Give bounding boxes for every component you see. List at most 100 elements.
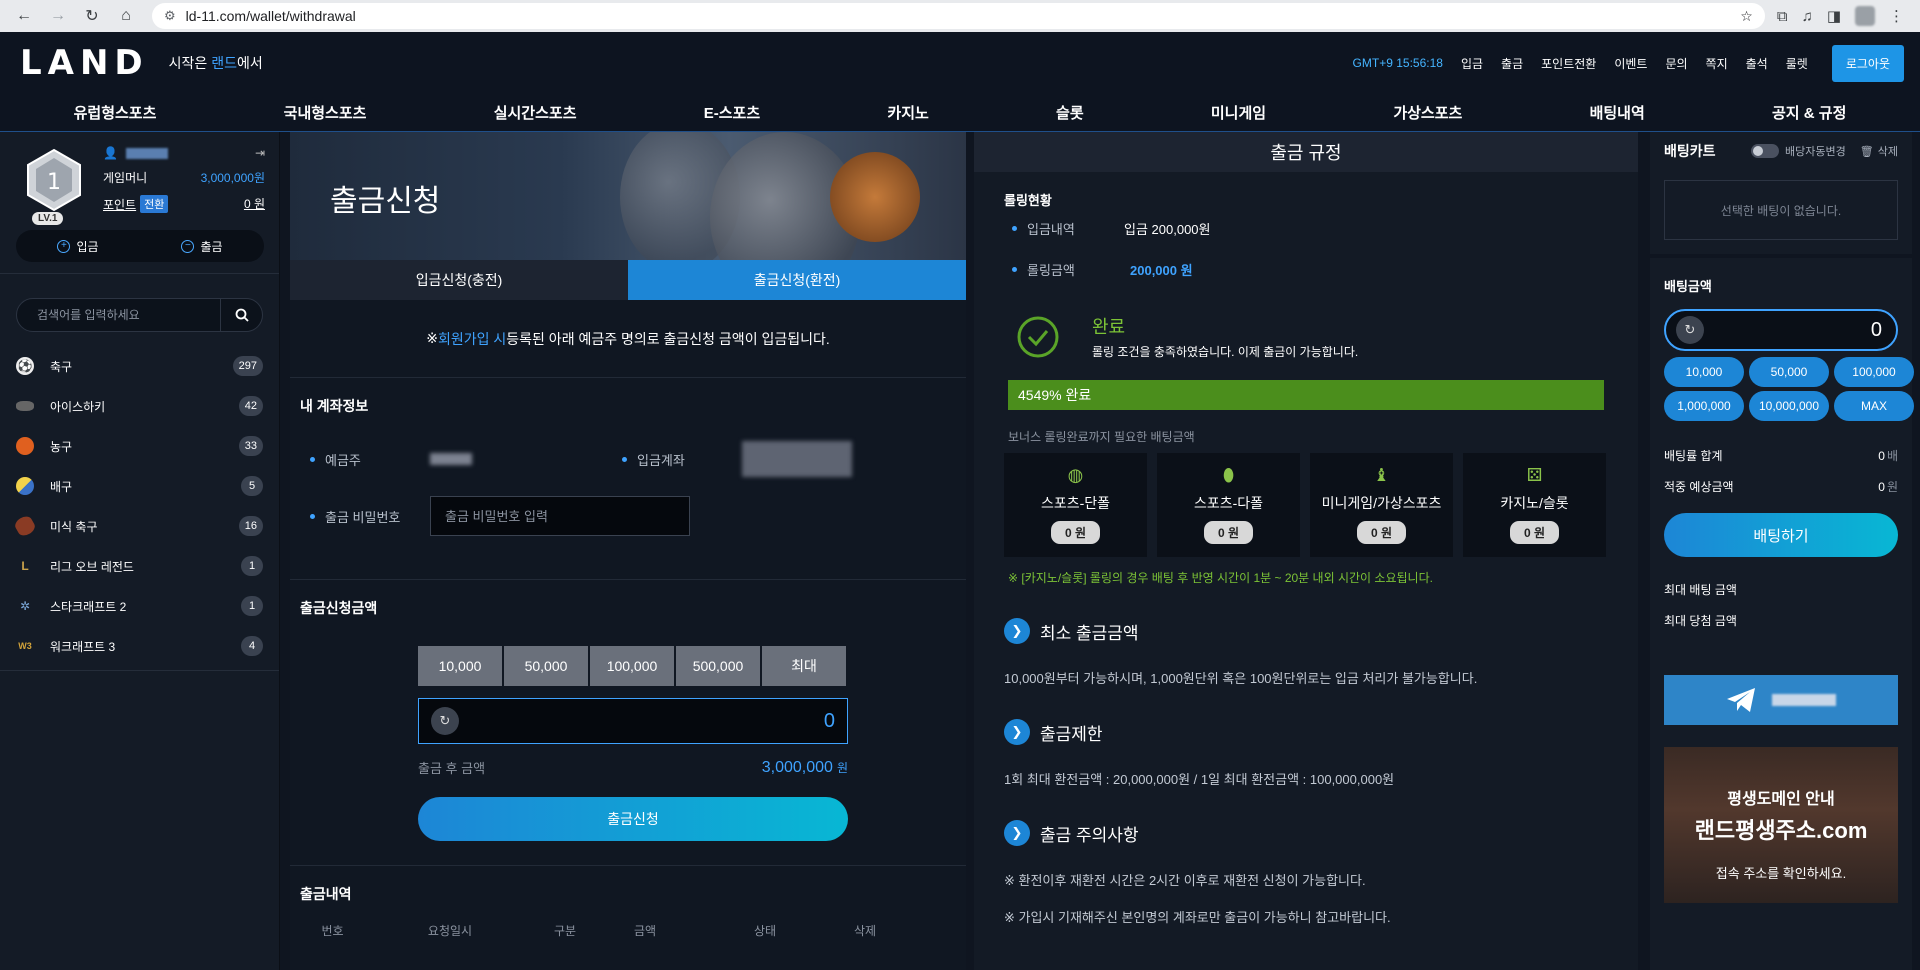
search-input[interactable] (17, 308, 220, 322)
rolling-title: 롤링현황 (1004, 193, 1052, 208)
place-bet-button[interactable]: 배팅하기 (1664, 513, 1898, 557)
header-link-message[interactable]: 쪽지 (1706, 55, 1728, 72)
auto-odds-toggle[interactable]: 배당자동변경 (1751, 143, 1846, 159)
category-sports-single: ◍ 스포츠-단폴 0 원 (1004, 453, 1147, 557)
rolling-complete: 완료 롤링 조건을 충족하였습니다. 이제 출금이 가능합니다. (1016, 313, 1608, 360)
tab-withdraw[interactable]: 출금신청(환전) (628, 260, 966, 300)
forward-icon[interactable]: → (44, 2, 72, 30)
header-link-roulette[interactable]: 룰렛 (1786, 55, 1808, 72)
address-bar[interactable]: ⚙ ld-11.com/wallet/withdrawal ☆ (152, 3, 1765, 29)
amount-50000-button[interactable]: 50,000 (504, 646, 588, 686)
max-bet-label: 최대 배팅 금액 (1664, 583, 1737, 597)
withdraw-amount-field[interactable]: ↻ 0 (418, 698, 848, 744)
hockey-puck-icon (16, 401, 34, 411)
header-link-point-convert[interactable]: 포인트전환 (1541, 55, 1596, 72)
plus-circle-icon: + (57, 239, 71, 253)
tab-deposit[interactable]: 입금신청(충전) (290, 260, 628, 300)
site-info-icon[interactable]: ⚙ (164, 8, 176, 24)
telegram-button[interactable] (1664, 675, 1898, 725)
home-icon[interactable]: ⌂ (112, 2, 140, 30)
sport-item-basketball[interactable]: 농구 33 (0, 426, 279, 466)
bet-10000-button[interactable]: 10,000 (1664, 357, 1744, 387)
soccer-ball-icon: ⚽ (16, 357, 34, 375)
profile-avatar[interactable] (1855, 6, 1875, 26)
profile-panel: 1 LV.1 👤 ⇥ 게임머니 3,000,000원 포인트 전환 0 원 + … (0, 132, 279, 274)
nav-live-sports[interactable]: 실시간스포츠 (470, 102, 601, 123)
header-link-inquiry[interactable]: 문의 (1665, 55, 1687, 72)
telegram-icon (1726, 687, 1756, 713)
amount-section: 출금신청금액 10,000 50,000 100,000 500,000 최대 … (290, 580, 966, 866)
sport-item-hockey[interactable]: 아이스하키 42 (0, 386, 279, 426)
reset-icon[interactable]: ↻ (431, 707, 459, 735)
quick-deposit-button[interactable]: + 입금 (57, 238, 99, 255)
point-convert-button[interactable]: 전환 (140, 195, 169, 213)
bet-10000000-button[interactable]: 10,000,000 (1749, 391, 1829, 421)
header-link-withdraw[interactable]: 출금 (1501, 55, 1523, 72)
withdraw-password-input[interactable] (430, 496, 690, 536)
media-icon[interactable]: ♫ (1802, 8, 1813, 25)
level-badge-icon: 1 (26, 148, 82, 212)
search-icon[interactable] (220, 299, 262, 331)
amount-10000-button[interactable]: 10,000 (418, 646, 502, 686)
nav-notice-rules[interactable]: 공지 & 규정 (1748, 102, 1870, 123)
extensions-icon[interactable]: ⧉ (1777, 8, 1788, 25)
football-icon: ⬮ (1222, 465, 1235, 485)
back-icon[interactable]: ← (10, 2, 38, 30)
left-sidebar: 1 LV.1 👤 ⇥ 게임머니 3,000,000원 포인트 전환 0 원 + … (0, 132, 280, 970)
basketball-icon (16, 437, 34, 455)
clear-betslip-button[interactable]: 🗑 삭제 (1860, 143, 1898, 159)
rolling-amount-label: 롤링금액 (1004, 260, 1124, 279)
amount-500000-button[interactable]: 500,000 (676, 646, 760, 686)
chevron-right-icon: ❯ (1004, 719, 1030, 745)
nav-euro-sports[interactable]: 유럽형스포츠 (50, 102, 181, 123)
user-icon: 👤 (103, 146, 118, 160)
bet-100000-button[interactable]: 100,000 (1834, 357, 1914, 387)
nav-domestic-sports[interactable]: 국내형스포츠 (260, 102, 391, 123)
reset-icon[interactable]: ↻ (1676, 316, 1704, 344)
nav-minigame[interactable]: 미니게임 (1187, 102, 1290, 123)
withdraw-panel: 출금신청 입금신청(충전) 출금신청(환전) ※ 회원가입 시 등록된 아래 예… (290, 132, 966, 970)
domain-banner[interactable]: 평생도메인 안내 랜드평생주소.com 접속 주소를 확인하세요. (1664, 747, 1898, 903)
sport-item-volleyball[interactable]: 배구 5 (0, 466, 279, 506)
nav-slot[interactable]: 슬롯 (1032, 102, 1108, 123)
header-link-attendance[interactable]: 출석 (1746, 55, 1768, 72)
sport-item-lol[interactable]: L 리그 오브 레전드 1 (0, 546, 279, 586)
betslip-title: 배팅카트 (1664, 143, 1716, 159)
deposit-history-label: 입금내역 (1004, 219, 1124, 238)
bet-50000-button[interactable]: 50,000 (1749, 357, 1829, 387)
amount-max-button[interactable]: 최대 (762, 646, 846, 686)
side-panel-icon[interactable]: ◨ (1827, 7, 1841, 25)
logout-button[interactable]: 로그아웃 (1831, 44, 1904, 82)
history-section: 출금내역 번호 요청일시 구분 금액 상태 삭제 (290, 866, 966, 957)
sport-item-soccer[interactable]: ⚽ 축구 297 (0, 346, 279, 386)
site-logo[interactable]: LAND (20, 43, 149, 83)
sport-item-starcraft[interactable]: ✲ 스타크래프트 21 (0, 586, 279, 626)
toggle-switch (1751, 144, 1780, 158)
logout-icon[interactable]: ⇥ (255, 146, 265, 160)
complete-desc: 롤링 조건을 충족하였습니다. 이제 출금이 가능합니다. (1092, 345, 1359, 359)
sport-item-american-football[interactable]: 미식 축구 16 (0, 506, 279, 546)
volleyball-icon (16, 477, 34, 495)
bookmark-star-icon[interactable]: ☆ (1740, 8, 1753, 25)
nav-esports[interactable]: E-스포츠 (680, 102, 784, 123)
nav-bet-history[interactable]: 배팅내역 (1566, 102, 1669, 123)
amount-title: 출금신청금액 (300, 600, 378, 616)
amount-100000-button[interactable]: 100,000 (590, 646, 674, 686)
sport-item-warcraft[interactable]: W3 워크래프트 34 (0, 626, 279, 666)
nav-casino[interactable]: 카지노 (863, 102, 952, 123)
bet-1000000-button[interactable]: 1,000,000 (1664, 391, 1744, 421)
sport-list: ⚽ 축구 297 아이스하키 42 농구 33 배구 5 미식 축구 16 L 리그 오브 레… (0, 346, 279, 671)
bet-slip: 배팅카트 배당자동변경 🗑 삭제 선택한 배팅이 없습니다. 배팅금액 ↻ 0 1… (1650, 132, 1914, 970)
bet-max-button[interactable]: MAX (1834, 391, 1914, 421)
header-link-deposit[interactable]: 입금 (1461, 55, 1483, 72)
menu-icon[interactable]: ⋮ (1889, 7, 1904, 25)
domain-name: 랜드평생주소.com (1694, 818, 1868, 843)
telegram-id-redacted (1772, 694, 1836, 706)
header-link-event[interactable]: 이벤트 (1614, 55, 1647, 72)
bet-amount-field[interactable]: ↻ 0 (1664, 309, 1898, 351)
withdraw-submit-button[interactable]: 출금신청 (418, 797, 848, 841)
amount-quick-buttons: 10,000 50,000 100,000 500,000 최대 (418, 646, 956, 686)
nav-virtual-sports[interactable]: 가상스포츠 (1369, 102, 1486, 123)
quick-withdraw-button[interactable]: − 출금 (181, 238, 223, 255)
reload-icon[interactable]: ↻ (78, 2, 106, 30)
